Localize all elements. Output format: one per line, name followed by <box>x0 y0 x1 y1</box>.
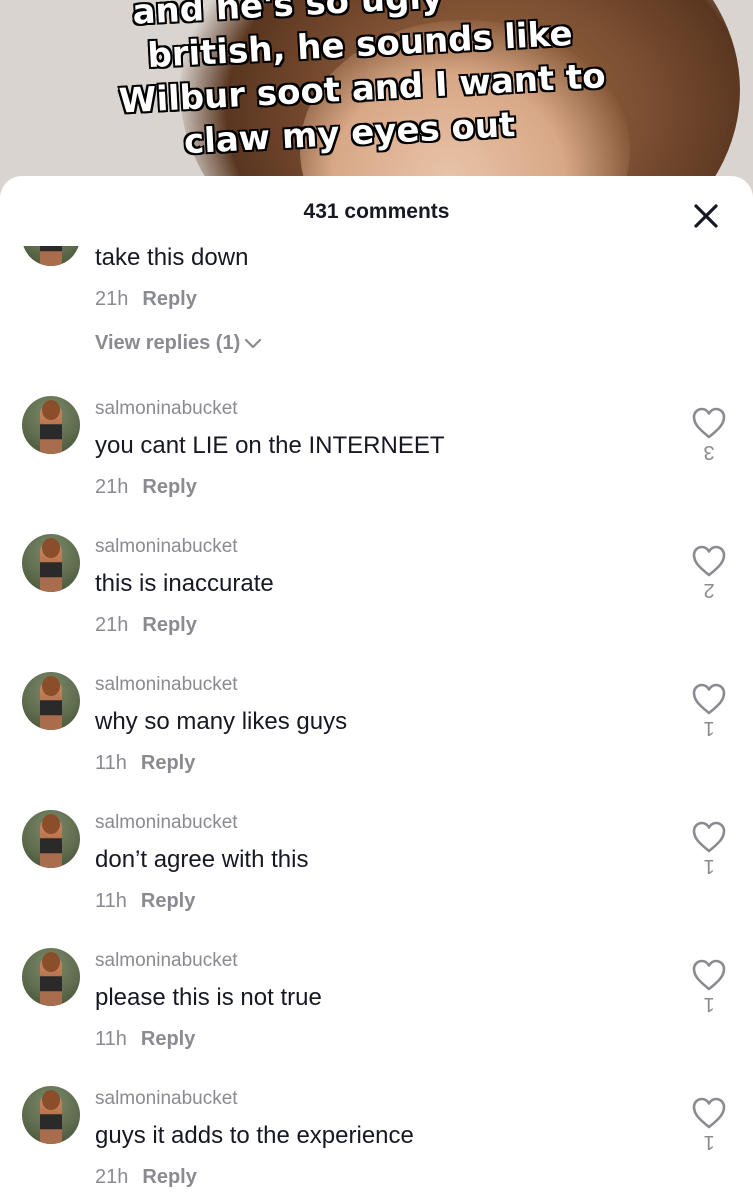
comments-header: 431 comments <box>0 176 753 246</box>
comment-item: salmoninabucket you cant LIE on the INTE… <box>0 396 753 534</box>
heart-icon <box>692 407 726 439</box>
view-replies-button[interactable]: View replies (1) <box>95 332 262 355</box>
like-button[interactable]: 3 <box>686 406 732 463</box>
like-button[interactable]: 1 <box>686 682 732 739</box>
comment-text: please this is not true <box>95 984 322 1011</box>
comment-item: salmoninabucket this is inaccurate 21h Re… <box>0 534 753 672</box>
avatar[interactable] <box>22 534 80 592</box>
like-count: 1 <box>703 855 715 877</box>
heart-icon <box>692 1097 726 1129</box>
comment-time: 21h <box>95 614 129 636</box>
reply-button[interactable]: Reply <box>142 614 196 636</box>
comment-username[interactable]: salmoninabucket <box>95 1088 238 1110</box>
comment-meta: 11h Reply <box>95 890 195 913</box>
comment-time: 11h <box>95 752 127 774</box>
avatar[interactable] <box>22 1086 80 1144</box>
comment-text: don’t agree with this <box>95 846 309 873</box>
avatar[interactable] <box>22 246 80 266</box>
comment-item: salmoninabucket guys it adds to the expe… <box>0 1086 753 1200</box>
comment-list[interactable]: take this down 21hReply 6 View replies (… <box>0 246 753 1200</box>
like-button[interactable]: 2 <box>686 544 732 601</box>
comment-meta: 21h Reply <box>95 476 197 499</box>
chevron-down-icon <box>245 338 262 348</box>
comment-item: take this down 21hReply 6 View replies (… <box>0 246 753 354</box>
like-count: 1 <box>703 993 715 1015</box>
comment-username[interactable]: salmoninabucket <box>95 674 238 696</box>
reply-button[interactable]: Reply <box>141 890 195 912</box>
like-count: 2 <box>703 579 715 601</box>
comments-sheet: 431 comments take this down 21h Reply Vi… <box>0 176 753 1200</box>
heart-icon <box>692 959 726 991</box>
comment-meta: 21h Reply <box>95 1166 197 1189</box>
comment-meta: 21h Reply <box>95 614 197 637</box>
avatar[interactable] <box>22 672 80 730</box>
like-button[interactable]: 1 <box>686 1096 732 1153</box>
close-button[interactable] <box>686 196 726 236</box>
avatar[interactable] <box>22 948 80 1006</box>
comment-meta: 11h Reply <box>95 752 195 775</box>
reply-button[interactable]: Reply <box>142 288 196 310</box>
heart-icon <box>692 683 726 715</box>
comment-count-title: 431 comments <box>303 200 450 223</box>
like-count: 1 <box>703 717 715 739</box>
comment-time: 21h <box>95 288 129 310</box>
avatar[interactable] <box>22 396 80 454</box>
comment-item: salmoninabucket why so many likes guys 1… <box>0 672 753 810</box>
like-button[interactable]: 1 <box>686 958 732 1015</box>
close-icon <box>694 204 718 228</box>
comment-time: 11h <box>95 1028 127 1050</box>
comment-item: salmoninabucket don’t agree with this 11… <box>0 810 753 948</box>
reply-button[interactable]: Reply <box>142 476 196 498</box>
comment-text: take this down <box>95 246 249 271</box>
avatar[interactable] <box>22 810 80 868</box>
reply-button[interactable]: Reply <box>142 1166 196 1188</box>
heart-icon <box>692 545 726 577</box>
comment-meta: 21h Reply <box>95 288 197 311</box>
comment-time: 21h <box>95 476 129 498</box>
comment-username[interactable]: salmoninabucket <box>95 398 238 420</box>
comment-meta: 11h Reply <box>95 1028 195 1051</box>
video-player[interactable]: and he's so ugly british, he sounds like… <box>0 0 753 200</box>
comment-text: why so many likes guys <box>95 708 348 735</box>
comment-text: guys it adds to the experience <box>95 1122 414 1149</box>
comment-username[interactable]: salmoninabucket <box>95 950 238 972</box>
like-count: 1 <box>703 1131 715 1153</box>
comment-time: 21h <box>95 1166 129 1188</box>
comment-text: this is inaccurate <box>95 570 274 597</box>
comment-text: you cant LIE on the INTERNEET <box>95 432 445 459</box>
comment-username[interactable]: salmoninabucket <box>95 812 238 834</box>
like-button[interactable]: 1 <box>686 820 732 877</box>
comment-username[interactable]: salmoninabucket <box>95 536 238 558</box>
like-count: 3 <box>703 441 715 463</box>
comment-time: 11h <box>95 890 127 912</box>
reply-button[interactable]: Reply <box>141 752 195 774</box>
heart-icon <box>692 821 726 853</box>
view-replies-label: View replies (1) <box>95 332 241 354</box>
comment-item: salmoninabucket please this is not true … <box>0 948 753 1086</box>
reply-button[interactable]: Reply <box>141 1028 195 1050</box>
